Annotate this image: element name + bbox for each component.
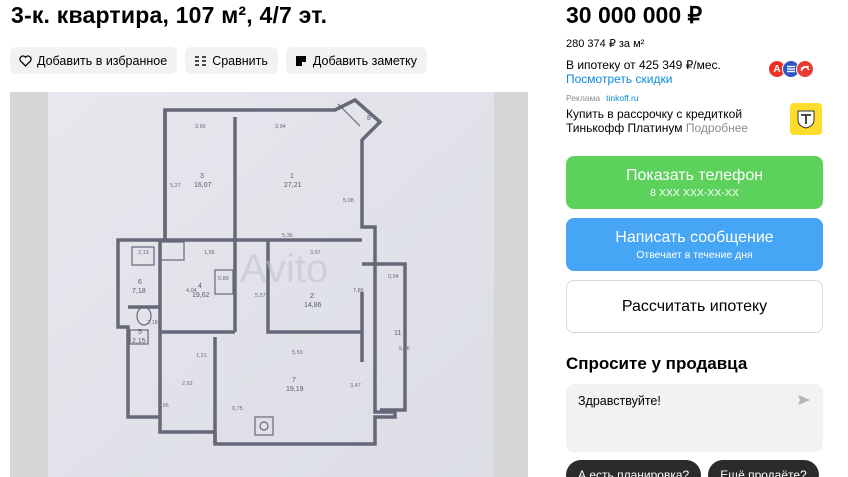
room-area: 16,07 xyxy=(194,182,212,189)
dimension-label: 3,66 xyxy=(195,124,206,130)
dimension-label: 5,08 xyxy=(343,198,354,204)
phone-number-mask: 8 XXX XXX-XX-XX xyxy=(650,187,739,199)
ad-text[interactable]: Купить в рассрочку с кредиткой Тинькофф … xyxy=(566,107,766,135)
room-number: 1 xyxy=(290,173,294,180)
dimension-label: 2,18 xyxy=(147,320,158,326)
note-icon xyxy=(294,54,308,68)
dimension-label: 5,36 xyxy=(282,233,293,239)
dimension-label: 3,47 xyxy=(350,383,361,389)
dimension-label: 0,89 xyxy=(218,276,229,282)
bank-icon xyxy=(796,60,814,78)
add-note-label: Добавить заметку xyxy=(312,53,418,68)
dimension-label: 3,67 xyxy=(310,250,321,256)
dimension-label: 5,59 xyxy=(292,350,303,356)
heart-icon xyxy=(18,54,32,68)
room-area: 7,18 xyxy=(132,288,146,295)
room-number: 2 xyxy=(310,293,314,300)
send-icon[interactable] xyxy=(797,394,811,409)
dimension-label: 0,75 xyxy=(232,406,243,412)
floorplan-image: Avito 3 16,07 1 27,21 6 7,18 4 19,62 2 1… xyxy=(10,92,528,477)
room-number: 7 xyxy=(292,377,296,384)
ad-link[interactable]: tinkoff.ru xyxy=(606,93,638,103)
tinkoff-logo-icon[interactable] xyxy=(790,103,822,135)
dimension-label: 5,57 xyxy=(255,293,266,299)
add-to-favorites-button[interactable]: Добавить в избранное xyxy=(10,47,178,74)
response-time: Отвечает в течение дня xyxy=(636,249,753,261)
compare-label: Сравнить xyxy=(212,53,268,68)
add-to-favorites-label: Добавить в избранное xyxy=(37,53,168,68)
write-message-button[interactable]: Написать сообщение Отвечает в течение дн… xyxy=(566,218,823,271)
dimension-label: 0,94 xyxy=(388,274,399,280)
add-note-button[interactable]: Добавить заметку xyxy=(285,47,428,74)
message-input[interactable]: Здравствуйте! xyxy=(566,384,823,452)
room-number: 11 xyxy=(394,330,401,337)
room-number: 6 xyxy=(138,279,142,286)
listing-title: 3-к. квартира, 107 м², 4/7 эт. xyxy=(11,2,328,28)
room-number: 5 xyxy=(138,329,142,336)
ask-seller-title: Спросите у продавца xyxy=(566,354,748,373)
quick-questions: А есть планировка? Ещё продаёте? xyxy=(566,460,819,477)
dimension-label: 5,27 xyxy=(170,183,181,189)
room-number: 3 xyxy=(200,173,204,180)
dimension-label: 4,04 xyxy=(186,288,197,294)
dimension-label: 7,86 xyxy=(353,288,364,294)
mortgage-text: В ипотеку от 425 349 ₽/мес. xyxy=(566,58,721,72)
quick-question-chip[interactable]: Ещё продаёте? xyxy=(708,460,819,477)
show-phone-label: Показать телефон xyxy=(625,167,764,184)
price-per-m2: 280 374 ₽ за м² xyxy=(566,38,645,50)
dimension-label: 2,62 xyxy=(182,381,193,387)
show-phone-button[interactable]: Показать телефон 8 XXX XXX-XX-XX xyxy=(566,156,823,209)
message-text: Здравствуйте! xyxy=(578,394,661,408)
bank-logos: А xyxy=(768,60,814,78)
room-area: 19,19 xyxy=(286,386,304,393)
ad-label: Реклама tinkoff.ru xyxy=(566,93,639,103)
room-area: 2,15 xyxy=(132,338,146,345)
ad-label-text: Реклама xyxy=(566,93,601,103)
room-area: 14,86 xyxy=(304,302,322,309)
room-number: 4 xyxy=(198,283,202,290)
compare-button[interactable]: Сравнить xyxy=(185,47,278,74)
dimension-label: 5,36 xyxy=(399,346,410,352)
compare-icon xyxy=(193,54,207,68)
room-area: 27,21 xyxy=(284,182,302,189)
quick-question-chip[interactable]: А есть планировка? xyxy=(566,460,702,477)
price: 30 000 000 ₽ xyxy=(566,2,703,28)
dimension-label: 1,56 xyxy=(204,250,215,256)
room-number: 8 xyxy=(367,115,371,122)
dimension-label: 0,96 xyxy=(158,403,169,409)
write-message-label: Написать сообщение xyxy=(615,229,774,246)
calculate-mortgage-button[interactable]: Рассчитать ипотеку xyxy=(566,280,823,333)
floorplan-photo[interactable]: Avito 3 16,07 1 27,21 6 7,18 4 19,62 2 1… xyxy=(10,92,528,477)
discounts-link[interactable]: Посмотреть скидки xyxy=(566,72,672,86)
listing-actions: Добавить в избранное Сравнить Добавить з… xyxy=(10,47,428,74)
dimension-label: 1,21 xyxy=(196,353,207,359)
dimension-label: 2,13 xyxy=(138,250,149,256)
dimension-label: 3,94 xyxy=(275,124,286,130)
ad-more-link[interactable]: Подробнее xyxy=(686,121,748,135)
